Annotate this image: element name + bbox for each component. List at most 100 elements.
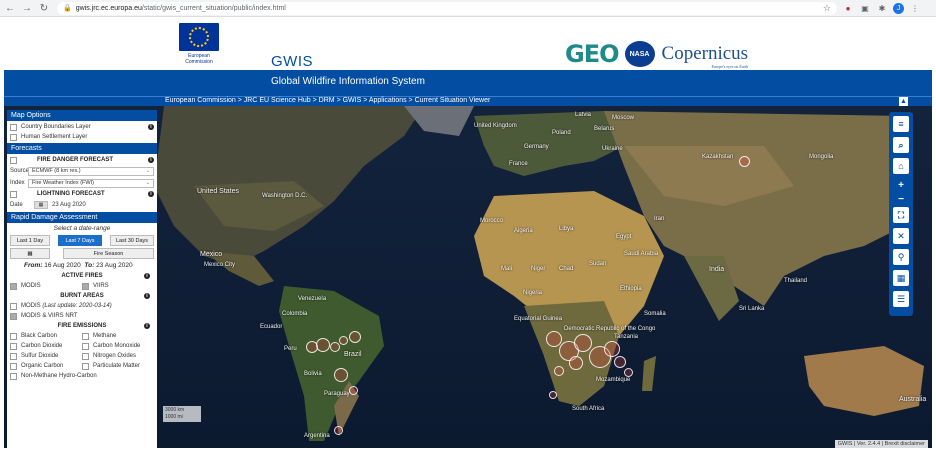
fire-marker[interactable] [349,331,361,343]
emission-row[interactable]: Particulate Matter [82,361,154,371]
close-icon[interactable]: ✕ [893,228,909,244]
nasa-logo[interactable]: NASA [624,41,655,67]
fire-marker[interactable] [604,341,620,357]
map-label: Washington D.C. [262,193,308,199]
fire-marker[interactable] [549,391,557,399]
rapid-damage-header[interactable]: Rapid Damage Assessment [7,212,157,223]
checkbox[interactable] [10,133,17,141]
index-select[interactable]: Fire Weather Index (FWI) ⌄ [28,178,154,188]
search-icon[interactable]: ⌕ [893,137,909,153]
fire-season-button[interactable]: Fire Season [63,248,154,259]
checkbox[interactable] [82,332,89,340]
source-select[interactable]: ECMWF (8 km res.) ⌄ [28,166,154,176]
emission-row[interactable]: Sulfur Dioxide [10,351,82,361]
zoom-out-button[interactable]: − [893,193,909,205]
checkbox[interactable] [10,156,17,164]
map-label: Saudi Arabia [624,251,659,257]
checkbox[interactable] [10,312,17,320]
checkbox[interactable] [10,332,17,340]
puzzle-icon[interactable]: ✱ [876,2,888,14]
checkbox[interactable] [10,123,17,131]
info-icon[interactable]: i [144,273,150,279]
kebab-menu-icon[interactable]: ⋮ [909,2,921,14]
location-pin-icon[interactable]: ⚲ [893,249,909,265]
reader-icon[interactable]: ▣ [859,2,871,14]
fire-marker[interactable] [334,368,348,382]
geo-logo[interactable]: GEO [565,40,619,68]
fire-danger-row[interactable]: FIRE DANGER FORECAST i [10,155,154,165]
address-bar[interactable]: 🔒 gwis.jrc.ec.europa.eu /static/gwis_cur… [57,1,837,15]
emission-row[interactable]: Nitrogen Oxides [82,351,154,361]
map-label: Mongolia [809,154,834,160]
back-icon[interactable]: ← [3,1,17,15]
fire-marker[interactable] [624,368,633,377]
emission-row[interactable]: Methane [82,331,154,341]
lightning-row[interactable]: LIGHTNING FORECAST i [10,189,154,199]
fire-marker[interactable] [334,426,343,435]
layer-row[interactable]: Human Settlement Layer [10,132,154,142]
fire-marker[interactable] [349,386,358,395]
checkbox[interactable] [82,352,89,360]
fullscreen-icon[interactable]: ⛶ [893,207,909,223]
checkbox[interactable] [10,302,17,310]
european-commission-logo[interactable]: European Commission [175,23,223,69]
fire-marker[interactable] [614,356,626,368]
info-icon[interactable]: i [148,157,154,163]
map-label: Algeria [514,228,533,234]
fire-marker[interactable] [330,342,340,352]
bookmark-star-icon[interactable]: ☆ [823,3,831,14]
emission-row[interactable]: Carbon Monoxide [82,341,154,351]
scroll-up-icon[interactable]: ▲ [899,97,908,106]
checkbox[interactable] [82,362,89,370]
info-icon[interactable]: i [144,293,150,299]
last-1-day-button[interactable]: Last 1 Day [10,235,50,246]
map-label: Mexico City [204,262,236,268]
map-attribution[interactable]: GWIS | Ver. 2.4.4 | Brexit disclaimer [834,440,928,448]
emission-row[interactable]: Non-Methane Hydro-Carbon [10,371,154,381]
burnt-modis-viirs-row[interactable]: MODIS & VIIRS NRT [10,311,154,321]
zoom-in-button[interactable]: + [893,179,909,191]
emission-row[interactable]: Organic Carbon [10,361,82,371]
fire-marker[interactable] [554,366,564,376]
info-icon[interactable]: i [144,323,150,329]
map-options-header[interactable]: Map Options [7,110,157,121]
forward-icon[interactable]: → [20,1,34,15]
calendar-icon[interactable]: ▦ [10,248,50,259]
breadcrumb[interactable]: European Commission > JRC EU Science Hub… [165,97,490,104]
info-icon[interactable]: i [148,191,154,197]
forecasts-header[interactable]: Forecasts [7,143,157,154]
extension-icon[interactable]: ● [842,2,854,14]
layer-row[interactable]: Country Boundaries Layer i [10,122,154,132]
viirs-row[interactable]: VIIRS [82,281,154,291]
burnt-modis-row[interactable]: MODIS (Last update: 2020-03-14) [10,301,154,311]
info-icon[interactable]: i [148,124,154,130]
emission-row[interactable]: Black Carbon [10,331,82,341]
home-icon[interactable]: ⌂ [893,158,909,174]
copernicus-logo[interactable]: Copernicus Europe's eyes on Earth [662,43,749,69]
checkbox[interactable] [10,372,17,380]
checkbox[interactable] [10,362,17,370]
checkbox[interactable] [10,342,17,350]
map-label: Sudan [589,261,607,267]
menu-icon[interactable]: ≡ [893,116,909,132]
checkbox[interactable] [82,342,89,350]
checkbox[interactable] [10,282,17,290]
fire-marker[interactable] [339,336,348,345]
last-30-days-button[interactable]: Last 30 Days [110,235,154,246]
last-7-days-button[interactable]: Last 7 Days [58,235,102,246]
grid-icon[interactable]: ▦ [893,270,909,286]
checkbox[interactable] [82,282,89,290]
map-options-section: Country Boundaries Layer i Human Settlem… [7,121,157,143]
fire-marker[interactable] [739,156,750,167]
fire-marker[interactable] [316,338,330,352]
calendar-icon[interactable]: ▦ [34,201,48,209]
fire-marker[interactable] [569,356,583,370]
profile-avatar[interactable]: J [893,2,904,14]
checkbox[interactable] [10,190,17,198]
emission-row[interactable]: Carbon Dioxide [10,341,82,351]
fire-marker[interactable] [574,334,592,352]
list-icon[interactable]: ☰ [893,291,909,307]
modis-row[interactable]: MODIS [10,281,82,291]
checkbox[interactable] [10,352,17,360]
reload-icon[interactable]: ↻ [37,1,51,15]
